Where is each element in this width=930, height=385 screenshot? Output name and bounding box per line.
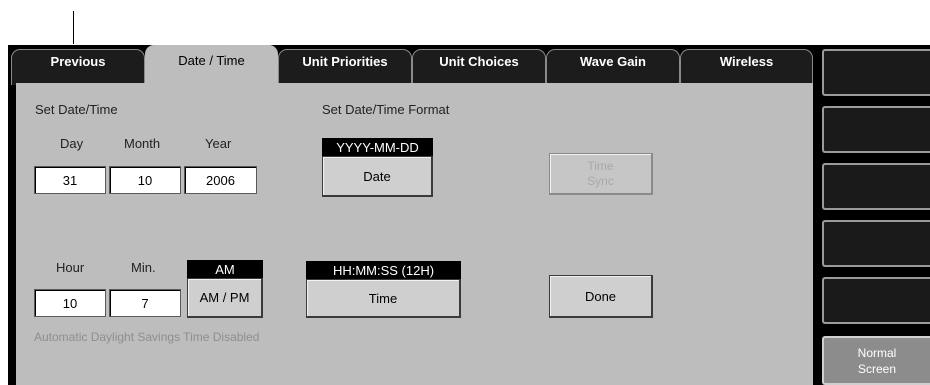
day-field[interactable]: 31 [34, 166, 106, 194]
date-format-display: YYYY-MM-DD [322, 138, 433, 156]
dst-notice: Automatic Daylight Savings Time Disabled [34, 330, 260, 344]
time-sync-line1: Time [587, 158, 614, 173]
tab-date-time[interactable]: Date / Time [145, 45, 278, 90]
date-format-button[interactable]: Date [322, 156, 433, 197]
day-label: Day [60, 136, 84, 151]
time-format-button[interactable]: Time [306, 279, 461, 318]
rail-button-3[interactable] [822, 163, 930, 210]
rail-button-4[interactable] [822, 220, 930, 267]
normal-screen-line1: Normal [857, 345, 897, 360]
time-sync-button[interactable]: Time Sync [549, 153, 653, 195]
tab-previous[interactable]: Previous [11, 49, 145, 85]
tab-unit-choices[interactable]: Unit Choices [412, 49, 546, 85]
rail-button-2[interactable] [822, 106, 930, 153]
month-label: Month [124, 136, 161, 151]
ampm-button[interactable]: AM / PM [187, 278, 263, 318]
normal-screen-line2: Screen [857, 361, 897, 376]
cursor-line [73, 11, 74, 44]
done-button[interactable]: Done [549, 275, 653, 318]
minute-field[interactable]: 7 [109, 289, 181, 317]
hour-field[interactable]: 10 [34, 289, 106, 317]
tab-wave-gain[interactable]: Wave Gain [546, 49, 680, 85]
month-field[interactable]: 10 [109, 166, 181, 194]
set-date-time-title: Set Date/Time [35, 102, 118, 117]
min-label: Min. [131, 260, 156, 275]
ampm-display: AM [187, 260, 263, 278]
year-label: Year [205, 136, 232, 151]
year-field[interactable]: 2006 [184, 166, 257, 194]
tab-unit-priorities[interactable]: Unit Priorities [278, 49, 412, 85]
tab-wireless[interactable]: Wireless [680, 49, 813, 85]
time-sync-line2: Sync [587, 173, 614, 188]
hour-label: Hour [56, 260, 85, 275]
time-format-display: HH:MM:SS (12H) [306, 261, 461, 279]
rail-button-5[interactable] [822, 277, 930, 324]
normal-screen-button[interactable]: Normal Screen [822, 336, 930, 385]
format-title: Set Date/Time Format [322, 102, 450, 117]
rail-button-1[interactable] [822, 49, 930, 96]
